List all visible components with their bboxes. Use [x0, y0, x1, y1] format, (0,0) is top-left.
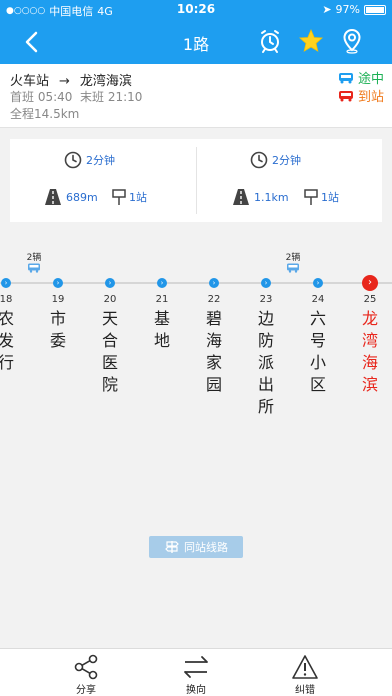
stops-row: 1站: [304, 189, 339, 205]
same-stop-lines-label: 同站线路: [184, 541, 228, 554]
location-icon: ➤: [322, 3, 332, 16]
stop-name[interactable]: 碧海家园: [205, 308, 223, 396]
bus-count: 2辆: [285, 253, 301, 263]
eta-row: 2分钟: [250, 151, 301, 169]
bus-marker[interactable]: 2辆: [283, 250, 303, 273]
battery-percent: 97%: [335, 3, 360, 16]
route-length: 全程14.5km: [10, 107, 80, 121]
stop-name[interactable]: 农发行: [0, 308, 15, 374]
nav-bar: 1路: [0, 20, 392, 64]
legend-arrive-label: 到站: [357, 90, 384, 105]
bus-marker[interactable]: 2辆: [24, 250, 44, 273]
stop-number: 19: [51, 294, 65, 305]
signpost-icon: [165, 541, 179, 553]
bottom-toolbar: 分享 换向 纠错: [0, 648, 392, 696]
report-error-label: 纠错: [295, 685, 315, 696]
share-icon: [74, 654, 98, 680]
stop-dot[interactable]: ›: [105, 278, 115, 288]
stop-number: 18: [0, 294, 13, 305]
stops-row: 1站: [112, 189, 147, 205]
bus-stop-sign-icon: [304, 189, 318, 205]
stop-number: 23: [259, 294, 273, 305]
eta-value: 2分钟: [86, 154, 115, 167]
first-bus: 首班 05:40: [10, 90, 73, 104]
route-from: 火车站: [10, 74, 50, 89]
route-info: 火车站 → 龙湾海滨 首班 05:40 末班 21:10 全程14.5km 途中 到…: [0, 64, 392, 128]
stop-name[interactable]: 市委: [49, 308, 67, 352]
stops-value: 1站: [321, 191, 339, 204]
map-pin-icon[interactable]: [339, 28, 365, 54]
distance-row: 689m: [44, 189, 98, 205]
bus-icon: [28, 263, 40, 273]
bus-icon: [338, 90, 353, 101]
distance-value: 689m: [66, 190, 98, 204]
eta-value: 2分钟: [272, 154, 301, 167]
bus-count: 2辆: [26, 253, 42, 263]
route-to: 龙湾海滨: [79, 74, 132, 89]
stop-number: 24: [311, 294, 325, 305]
warning-icon: [292, 655, 318, 679]
legend-onway-label: 途中: [357, 72, 384, 87]
stop-name[interactable]: 基地: [153, 308, 171, 352]
stop-dot[interactable]: ›: [157, 278, 167, 288]
swap-arrows-icon: [184, 656, 208, 678]
bus-info-left[interactable]: 2分钟 689m 1站: [10, 139, 196, 222]
stops-value: 1站: [129, 191, 147, 204]
stop-name-current[interactable]: 龙湾海滨: [361, 308, 379, 396]
stop-name[interactable]: 六号小区: [309, 308, 327, 396]
share-label: 分享: [76, 685, 96, 696]
stop-name[interactable]: 边防派出所: [257, 308, 275, 418]
stop-dot[interactable]: ›: [209, 278, 219, 288]
stop-dot-current[interactable]: ›: [362, 275, 378, 291]
status-bar: ●○○○○ 中国电信 4G 10:26 ➤ 97%: [0, 0, 392, 20]
eta-row: 2分钟: [64, 151, 115, 169]
road-icon: [45, 189, 61, 205]
distance-row: 1.1km: [232, 189, 289, 205]
alarm-clock-icon[interactable]: [257, 28, 283, 54]
route-schedule: 首班 05:40 末班 21:10: [10, 88, 142, 105]
bus-icon: [287, 263, 299, 273]
stop-number: 22: [207, 294, 221, 305]
share-button[interactable]: 分享: [56, 653, 116, 696]
route-arrow: →: [59, 74, 70, 89]
stop-dot[interactable]: ›: [53, 278, 63, 288]
stop-dot[interactable]: ›: [1, 278, 11, 288]
bus-info-right[interactable]: 2分钟 1.1km 1站: [196, 139, 382, 222]
report-error-button[interactable]: 纠错: [275, 653, 335, 696]
same-stop-lines-button[interactable]: 同站线路: [149, 536, 243, 558]
road-icon: [233, 189, 249, 205]
clock-icon: [250, 151, 268, 169]
stop-number: 25: [363, 294, 377, 305]
stop-dot[interactable]: ›: [313, 278, 323, 288]
stop-dot[interactable]: ›: [261, 278, 271, 288]
bus-info-card: 2分钟 689m 1站 2分钟 1.1km 1站: [10, 139, 382, 222]
stop-name[interactable]: 天合医院: [101, 308, 119, 396]
page-title: 1路: [182, 35, 210, 54]
legend-arrive: 到站: [338, 86, 384, 105]
clock-icon: [64, 151, 82, 169]
last-bus: 末班 21:10: [80, 90, 143, 104]
switch-direction-button[interactable]: 换向: [166, 653, 226, 696]
legend-onway: 途中: [338, 68, 384, 87]
switch-direction-label: 换向: [186, 685, 206, 696]
status-right: ➤ 97%: [322, 3, 386, 16]
battery-icon: [364, 4, 386, 15]
star-icon[interactable]: [298, 28, 324, 54]
route-endpoints: 火车站 → 龙湾海滨: [10, 70, 132, 89]
distance-value: 1.1km: [254, 190, 289, 204]
bus-icon: [338, 72, 353, 83]
stop-number: 20: [103, 294, 117, 305]
stop-number: 21: [155, 294, 169, 305]
bus-stop-sign-icon: [112, 189, 126, 205]
